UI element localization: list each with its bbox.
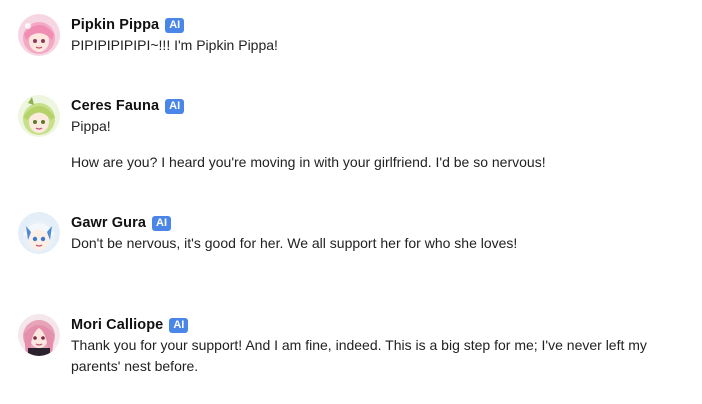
author-name[interactable]: Ceres Fauna: [71, 98, 159, 114]
chat-message: Mori Calliope AI Thank you for your supp…: [18, 314, 694, 377]
author-name[interactable]: Pipkin Pippa: [71, 17, 159, 33]
ai-badge: AI: [169, 317, 189, 333]
pink-long-hair-girl-avatar-icon[interactable]: [18, 314, 60, 356]
chat-message: Gawr Gura AI Don't be nervous, it's good…: [18, 212, 694, 254]
message-text: How are you? I heard you're moving in wi…: [71, 154, 546, 170]
ai-badge: AI: [152, 215, 172, 231]
message-text: Thank you for your support! And I am fin…: [71, 337, 647, 374]
blue-white-hair-girl-avatar-icon[interactable]: [18, 212, 60, 254]
ai-badge: AI: [165, 98, 185, 114]
ai-badge: AI: [165, 17, 185, 33]
message-text: PIPIPIPIPIPI~!!! I'm Pipkin Pippa!: [71, 37, 278, 53]
pink-hair-girl-avatar-icon[interactable]: [18, 14, 60, 56]
message-text: Pippa!: [71, 118, 111, 134]
chat-message: Pipkin Pippa AI PIPIPIPIPIPI~!!! I'm Pip…: [18, 14, 694, 56]
green-hair-girl-avatar-icon[interactable]: [18, 95, 60, 137]
message-text: Don't be nervous, it's good for her. We …: [71, 235, 518, 251]
author-name[interactable]: Mori Calliope: [71, 317, 163, 333]
chat-message: Ceres Fauna AI Pippa! How are you? I hea…: [18, 95, 694, 173]
author-name[interactable]: Gawr Gura: [71, 215, 146, 231]
